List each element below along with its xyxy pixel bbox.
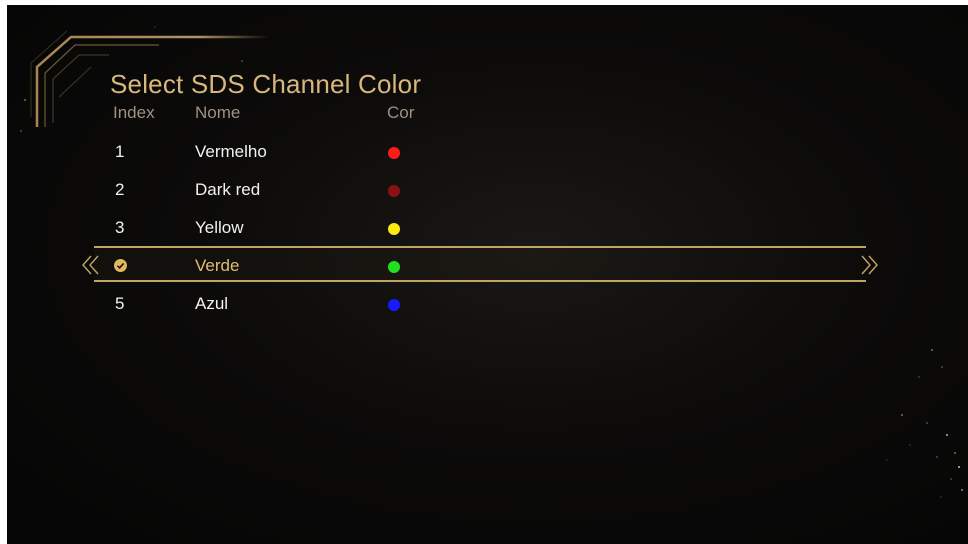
row-name: Vermelho xyxy=(195,142,267,161)
row-index: 2 xyxy=(115,180,125,199)
row-index: 1 xyxy=(115,142,125,161)
row-name: Azul xyxy=(195,294,229,313)
column-header-name: Nome xyxy=(195,103,241,122)
color-swatch xyxy=(388,185,400,197)
column-header-index: Index xyxy=(113,103,155,122)
row-index: 3 xyxy=(115,218,125,237)
row-name: Verde xyxy=(195,256,240,275)
row-name: Dark red xyxy=(195,180,261,199)
row-name: Yellow xyxy=(195,218,244,237)
table-header: Index Nome Cor xyxy=(7,103,968,127)
column-header-color: Cor xyxy=(387,103,415,122)
list-item-dark-red[interactable]: 2 Dark red xyxy=(7,171,968,209)
list-item-vermelho[interactable]: 1 Vermelho xyxy=(7,133,968,171)
list-item-azul[interactable]: 5 Azul xyxy=(7,285,968,323)
list-item-verde[interactable]: Verde xyxy=(7,247,968,285)
tv-screen: Select SDS Channel Color Index Nome Cor … xyxy=(7,5,968,544)
page-title: Select SDS Channel Color xyxy=(110,69,422,99)
list-item-yellow[interactable]: 3 Yellow xyxy=(7,209,968,247)
color-swatch xyxy=(388,261,400,273)
color-swatch xyxy=(388,299,400,311)
check-circle-icon xyxy=(114,259,127,272)
row-index: 5 xyxy=(115,294,125,313)
color-swatch xyxy=(388,147,400,159)
color-swatch xyxy=(388,223,400,235)
